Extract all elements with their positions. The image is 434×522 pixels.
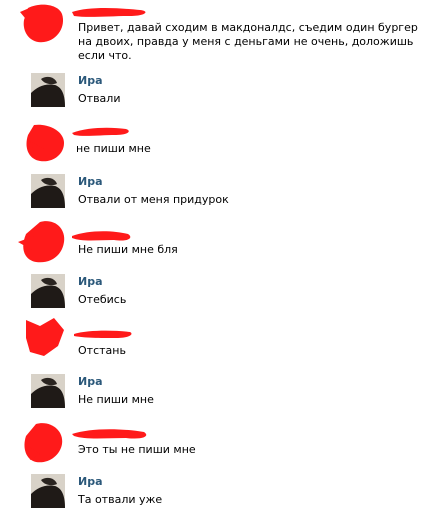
- message-author[interactable]: Ира: [78, 74, 103, 88]
- user-avatar[interactable]: [31, 174, 65, 208]
- message-text: Отвали от меня придурок: [78, 193, 229, 206]
- message-author[interactable]: Ира: [78, 175, 103, 189]
- message-text: Не пиши мне: [78, 393, 154, 406]
- redacted-author-scribble: [74, 330, 132, 338]
- message-author[interactable]: Ира: [78, 475, 103, 489]
- message-author[interactable]: Ира: [78, 375, 103, 389]
- message-history: Привет, давай сходим в макдоналдс, съеди…: [0, 0, 434, 522]
- message-author[interactable]: Ира: [78, 275, 103, 289]
- message-text: Та отвали уже: [78, 493, 163, 506]
- message-text: Отстань: [78, 344, 126, 357]
- redacted-author-scribble: [72, 429, 147, 439]
- redacted-author-scribble: [72, 8, 146, 17]
- message-text: не пиши мне: [76, 142, 151, 155]
- user-avatar-photo-icon: [31, 274, 65, 308]
- message-text: Привет, давай сходим в макдоналдс, съеди…: [78, 21, 418, 62]
- message-text: Отвали: [78, 92, 121, 105]
- user-avatar[interactable]: [31, 474, 65, 508]
- user-avatar-photo-icon: [31, 73, 65, 107]
- user-avatar[interactable]: [31, 73, 65, 107]
- user-avatar-photo-icon: [31, 174, 65, 208]
- redacted-author-scribble: [72, 127, 129, 136]
- message-text: Не пиши мне бля: [78, 243, 178, 256]
- user-avatar[interactable]: [31, 274, 65, 308]
- message-text: Отебись: [78, 293, 127, 306]
- user-avatar[interactable]: [31, 374, 65, 408]
- user-avatar-photo-icon: [31, 374, 65, 408]
- message-text: Это ты не пиши мне: [78, 443, 196, 456]
- user-avatar-photo-icon: [31, 474, 65, 508]
